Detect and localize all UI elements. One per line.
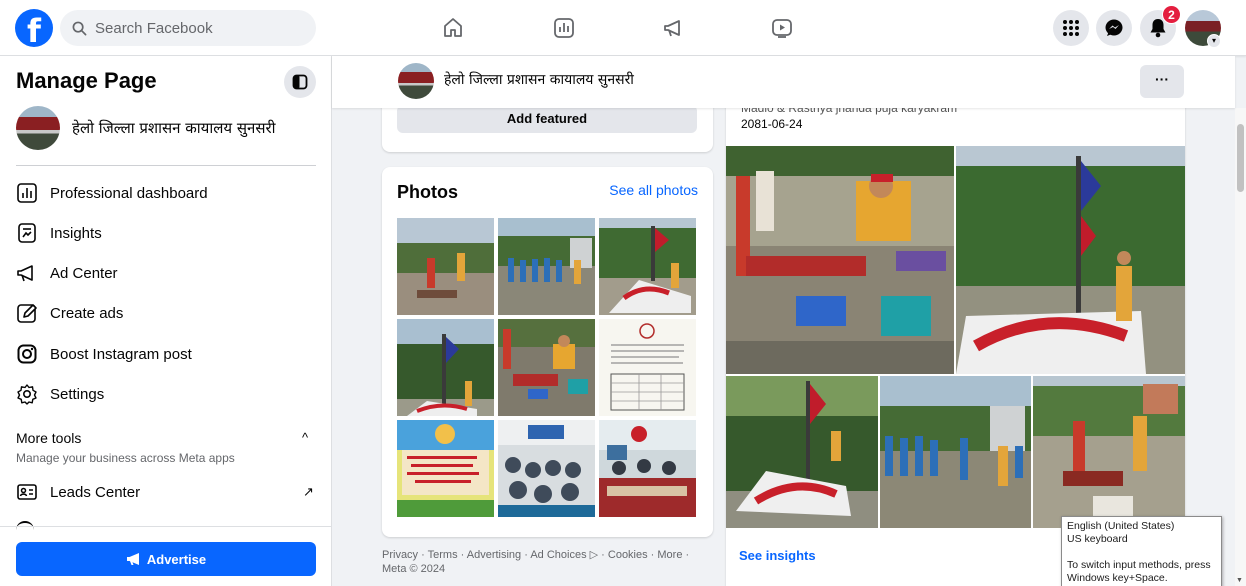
notification-badge: 2 — [1162, 5, 1181, 24]
collapse-sidebar-button[interactable] — [284, 66, 316, 98]
tooltip-hint-2: Windows key+Space. — [1067, 572, 1168, 584]
tooltip-keyboard: US keyboard — [1067, 533, 1128, 545]
sidebar-item-create-ads[interactable]: Create ads — [16, 299, 316, 327]
instagram-icon — [17, 344, 37, 364]
pencil-icon — [17, 304, 37, 323]
dashboard-icon[interactable] — [550, 14, 578, 42]
post-photo[interactable] — [726, 376, 878, 528]
more-tools-subtitle: Manage your business across Meta apps — [16, 451, 235, 465]
post-photo[interactable] — [726, 146, 954, 374]
megaphone-icon — [126, 553, 139, 565]
insights-icon — [18, 223, 36, 243]
divider — [0, 526, 331, 527]
footer-links: Privacy · Terms · Advertising · Ad Choic… — [382, 548, 702, 576]
photo-thumbnail[interactable] — [397, 319, 494, 416]
post-photo[interactable] — [956, 146, 1185, 374]
sidebar-toggle-icon — [292, 74, 308, 90]
photos-title: Photos — [397, 182, 458, 202]
sidebar-item-professional-dashboard[interactable]: Professional dashboard — [16, 179, 316, 207]
sidebar-item-boost-instagram[interactable]: Boost Instagram post — [16, 340, 316, 368]
video-icon[interactable] — [768, 14, 796, 42]
sidebar-title: Manage Page — [16, 68, 157, 93]
tooltip-language: English (United States) — [1067, 520, 1175, 532]
photo-thumbnail[interactable] — [599, 218, 696, 315]
sidebar-item-settings[interactable]: Settings — [16, 380, 316, 408]
sidebar-item-label: Leads Center — [50, 483, 141, 501]
photo-thumbnail[interactable] — [498, 218, 595, 315]
more-options-button[interactable]: ··· — [1140, 65, 1184, 98]
tooltip-hint: To switch input methods, press — [1067, 559, 1211, 571]
see-all-photos-link[interactable]: See all photos — [609, 182, 698, 198]
notifications-button[interactable]: 2 — [1140, 5, 1181, 46]
sidebar-page-name: हेलो जिल्ला प्रशासन कायालय सुनसरी — [72, 119, 276, 137]
facebook-logo[interactable]: f — [15, 9, 53, 47]
menu-grid-icon — [1063, 20, 1079, 36]
scrollbar[interactable]: ▼ — [1235, 108, 1246, 586]
post-photo[interactable] — [1033, 376, 1185, 528]
photos-card: Photos See all photos — [382, 167, 713, 537]
photo-thumbnail[interactable] — [397, 420, 494, 517]
sidebar-page-link[interactable]: हेलो जिल्ला प्रशासन कायालय सुनसरी — [16, 106, 276, 150]
external-arrow-icon: ↗ — [303, 484, 314, 499]
search-icon — [72, 21, 87, 35]
post-card: Madlo & Rastriya jhanda puja karyakram 2… — [726, 90, 1185, 586]
megaphone-icon[interactable] — [660, 14, 688, 42]
dashboard-icon — [17, 183, 37, 203]
advertise-label: Advertise — [146, 551, 207, 567]
footer-links-line[interactable]: Privacy · Terms · Advertising · Ad Choic… — [382, 548, 702, 562]
scroll-down-arrow[interactable]: ▼ — [1236, 577, 1243, 584]
sidebar-item-label: Professional dashboard — [50, 184, 208, 202]
divider — [16, 165, 316, 166]
footer-copyright: Meta © 2024 — [382, 563, 446, 575]
sidebar-item-ad-center[interactable]: Ad Center — [16, 259, 316, 287]
photo-thumbnail[interactable] — [498, 319, 595, 416]
chevron-up-icon[interactable]: ^ — [302, 430, 308, 445]
photo-thumbnail[interactable] — [397, 218, 494, 315]
scrollbar-thumb[interactable] — [1237, 124, 1244, 192]
messenger-button[interactable] — [1096, 10, 1132, 46]
advertise-button[interactable]: Advertise — [16, 542, 316, 576]
gear-icon — [17, 384, 37, 405]
page-avatar — [16, 106, 60, 150]
megaphone-icon — [17, 265, 33, 282]
page-avatar[interactable] — [398, 63, 434, 99]
manage-page-sidebar: Manage Page हेलो जिल्ला प्रशासन कायालय स… — [0, 56, 332, 586]
sidebar-item-label: Boost Instagram post — [50, 345, 192, 363]
top-navigation-bar: f 2 ▾ — [0, 0, 1246, 56]
keyboard-tooltip: English (United States) US keyboard To s… — [1061, 516, 1222, 586]
photo-thumbnail[interactable] — [498, 420, 595, 517]
sidebar-item-label: Settings — [50, 385, 105, 403]
home-icon[interactable] — [439, 14, 467, 42]
page-header-name[interactable]: हेलो जिल्ला प्रशासन कायालय सुनसरी — [444, 70, 634, 89]
messenger-icon — [1105, 19, 1123, 36]
page-header-bar: हेलो जिल्ला प्रशासन कायालय सुनसरी ··· — [332, 56, 1235, 108]
more-tools-title[interactable]: More tools — [16, 430, 81, 446]
sidebar-item-label: Insights — [50, 224, 102, 242]
search-box[interactable] — [60, 10, 316, 46]
post-date: 2081-06-24 — [741, 117, 803, 131]
sidebar-item-label: Ad Center — [50, 264, 118, 282]
search-input[interactable] — [95, 19, 295, 37]
photo-thumbnail[interactable] — [599, 319, 696, 416]
sidebar-item-label: Create ads — [50, 304, 124, 322]
chevron-down-icon[interactable]: ▾ — [1207, 34, 1221, 48]
photo-thumbnail[interactable] — [599, 420, 696, 517]
post-photo[interactable] — [880, 376, 1031, 528]
add-featured-button[interactable]: Add featured — [397, 105, 697, 133]
sidebar-item-leads-center[interactable]: Leads Center — [16, 478, 316, 506]
menu-grid-button[interactable] — [1053, 10, 1089, 46]
see-insights-link[interactable]: See insights — [739, 548, 816, 563]
leads-icon — [17, 484, 37, 500]
sidebar-item-insights[interactable]: Insights — [16, 219, 316, 247]
